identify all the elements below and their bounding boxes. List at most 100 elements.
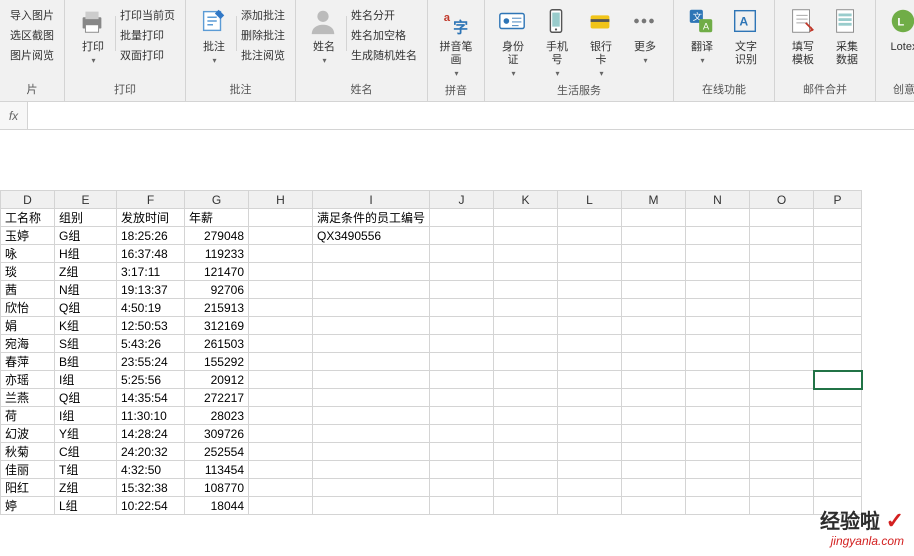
cell[interactable] [430, 281, 494, 299]
col-header-J[interactable]: J [430, 191, 494, 209]
cell[interactable] [622, 479, 686, 497]
ribbon-small-图片阅览[interactable]: 图片阅览 [6, 46, 58, 66]
cell[interactable] [558, 497, 622, 515]
ribbon-small-添加批注[interactable]: 添加批注 [237, 6, 289, 26]
cell[interactable] [494, 227, 558, 245]
cell[interactable] [313, 335, 430, 353]
col-header-M[interactable]: M [622, 191, 686, 209]
cell[interactable]: 119233 [185, 245, 249, 263]
cell[interactable]: 5:43:26 [117, 335, 185, 353]
cell[interactable] [750, 407, 814, 425]
cell[interactable] [249, 479, 313, 497]
cell[interactable] [622, 371, 686, 389]
cell[interactable] [494, 425, 558, 443]
cell[interactable] [430, 209, 494, 227]
cell[interactable] [686, 461, 750, 479]
cell[interactable] [313, 497, 430, 515]
col-header-F[interactable]: F [117, 191, 185, 209]
cell[interactable] [558, 317, 622, 335]
cell[interactable] [686, 209, 750, 227]
cell[interactable]: 215913 [185, 299, 249, 317]
cell[interactable] [622, 407, 686, 425]
cell[interactable]: 20912 [185, 371, 249, 389]
cell[interactable] [814, 443, 862, 461]
cell[interactable] [249, 389, 313, 407]
cell[interactable] [558, 209, 622, 227]
cell[interactable]: T组 [55, 461, 117, 479]
cell[interactable]: 佳丽 [1, 461, 55, 479]
cell[interactable]: 春萍 [1, 353, 55, 371]
ribbon-button-bank[interactable]: 银行 卡▾ [579, 4, 623, 80]
cell[interactable]: Q组 [55, 389, 117, 407]
cell[interactable] [494, 443, 558, 461]
cell[interactable] [750, 497, 814, 515]
cell[interactable] [558, 263, 622, 281]
cell[interactable] [430, 245, 494, 263]
cell[interactable] [558, 461, 622, 479]
cell[interactable] [313, 407, 430, 425]
cell[interactable]: Z组 [55, 263, 117, 281]
ribbon-button-person[interactable]: 姓名▾ [302, 4, 346, 67]
cell[interactable] [686, 263, 750, 281]
cell[interactable] [622, 263, 686, 281]
cell[interactable] [814, 317, 862, 335]
cell[interactable] [558, 245, 622, 263]
ribbon-button-more[interactable]: 更多▾ [623, 4, 667, 67]
cell[interactable] [622, 227, 686, 245]
cell[interactable]: 14:28:24 [117, 425, 185, 443]
cell[interactable]: Y组 [55, 425, 117, 443]
cell[interactable] [622, 209, 686, 227]
cell[interactable] [430, 299, 494, 317]
cell[interactable]: K组 [55, 317, 117, 335]
cell[interactable] [814, 335, 862, 353]
cell[interactable]: Z组 [55, 479, 117, 497]
cell[interactable]: 玉婷 [1, 227, 55, 245]
cell[interactable] [814, 263, 862, 281]
cell[interactable] [249, 407, 313, 425]
cell[interactable] [622, 425, 686, 443]
cell[interactable] [750, 245, 814, 263]
cell[interactable]: 312169 [185, 317, 249, 335]
ribbon-small-姓名分开[interactable]: 姓名分开 [347, 6, 421, 26]
cell[interactable] [249, 443, 313, 461]
cell[interactable] [430, 317, 494, 335]
cell[interactable] [750, 389, 814, 407]
cell[interactable] [750, 335, 814, 353]
cell[interactable]: 24:20:32 [117, 443, 185, 461]
cell[interactable] [686, 299, 750, 317]
cell[interactable] [750, 263, 814, 281]
cell[interactable] [686, 407, 750, 425]
cell[interactable] [686, 479, 750, 497]
ribbon-button-idcard[interactable]: 身份 证▾ [491, 4, 535, 80]
cell[interactable] [494, 335, 558, 353]
cell[interactable] [494, 317, 558, 335]
cell[interactable]: I组 [55, 407, 117, 425]
cell[interactable] [249, 281, 313, 299]
cell[interactable] [558, 389, 622, 407]
cell[interactable] [750, 479, 814, 497]
cell[interactable] [558, 371, 622, 389]
cell[interactable]: 23:55:24 [117, 353, 185, 371]
cell[interactable] [249, 317, 313, 335]
col-header-N[interactable]: N [686, 191, 750, 209]
cell[interactable] [686, 227, 750, 245]
cell[interactable] [686, 443, 750, 461]
cell[interactable] [430, 461, 494, 479]
ribbon-button-translate[interactable]: 文A翻译▾ [680, 4, 724, 67]
cell[interactable]: 欣怡 [1, 299, 55, 317]
cell[interactable] [494, 263, 558, 281]
cell[interactable] [750, 443, 814, 461]
cell[interactable] [750, 209, 814, 227]
cell[interactable]: 10:22:54 [117, 497, 185, 515]
cell[interactable] [313, 281, 430, 299]
ribbon-small-选区截图[interactable]: 选区截图 [6, 26, 58, 46]
cell[interactable] [313, 245, 430, 263]
cell[interactable]: 琰 [1, 263, 55, 281]
cell[interactable]: 发放时间 [117, 209, 185, 227]
cell[interactable] [494, 353, 558, 371]
cell[interactable] [313, 461, 430, 479]
cell[interactable] [249, 353, 313, 371]
cell[interactable]: 工名称 [1, 209, 55, 227]
cell[interactable] [494, 281, 558, 299]
cell[interactable] [814, 425, 862, 443]
